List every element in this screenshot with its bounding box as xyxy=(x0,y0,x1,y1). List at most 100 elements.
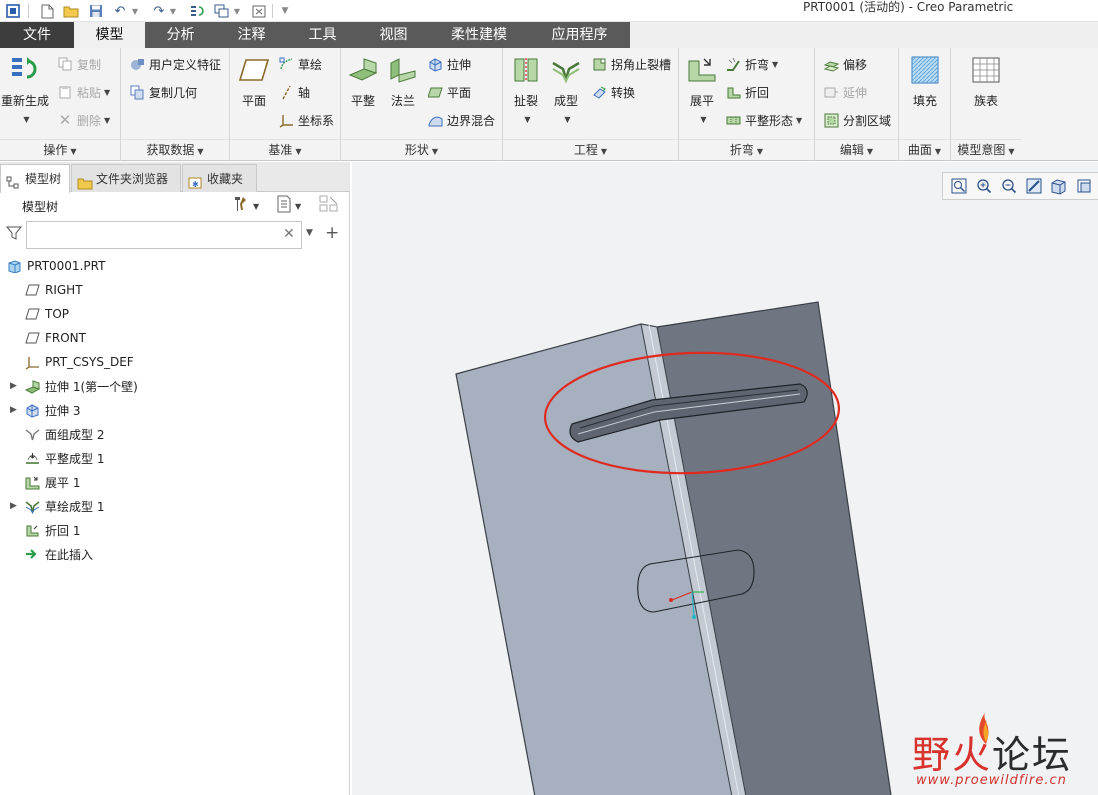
part-model[interactable] xyxy=(352,162,1098,795)
display-style-icon[interactable] xyxy=(1049,177,1068,196)
tab-model[interactable]: 模型 xyxy=(74,22,145,48)
boundary-blend-button[interactable]: 边界混合 xyxy=(427,109,495,131)
datum-plane-button[interactable]: 平面 xyxy=(234,54,274,109)
copy-button[interactable]: 复制 xyxy=(57,53,101,75)
delete-dropdown-icon[interactable]: ▼ xyxy=(104,116,110,125)
tree-item-right[interactable]: RIGHT xyxy=(24,279,83,301)
axis-button[interactable]: 轴 xyxy=(278,81,310,103)
group-editing-label[interactable]: 编辑 ▼ xyxy=(815,139,898,159)
app-logo-icon[interactable] xyxy=(4,2,22,20)
tab-applications[interactable]: 应用程序 xyxy=(529,22,630,48)
flange-wall-button[interactable]: 法兰 xyxy=(385,54,421,109)
tab-folder-browser[interactable]: 文件夹浏览器 xyxy=(71,164,181,192)
regenerate-small-icon[interactable] xyxy=(188,2,206,20)
tab-favorites[interactable]: ✱ 收藏夹 xyxy=(182,164,257,192)
group-operations-label[interactable]: 操作 ▼ xyxy=(0,139,120,159)
rip-button[interactable]: 扯裂 ▼ xyxy=(509,54,543,124)
group-surfaces-label[interactable]: 曲面 ▼ xyxy=(899,139,950,159)
flat-state-dropdown-icon[interactable]: ▼ xyxy=(796,116,802,125)
udf-button[interactable]: 用户定义特征 xyxy=(129,53,221,75)
tree-item-bend-back-1[interactable]: 折回 1 xyxy=(24,519,80,541)
tab-model-tree[interactable]: 模型树 xyxy=(0,164,70,193)
group-datum-label[interactable]: 基准 ▼ xyxy=(230,139,340,159)
tree-item-unbend-1[interactable]: 展平 1 xyxy=(24,471,80,493)
regenerate-button[interactable]: 重新生成 ▼ xyxy=(1,54,49,124)
paste-button[interactable]: 粘贴 ▼ xyxy=(57,81,110,103)
show-columns-dropdown-icon[interactable]: ▼ xyxy=(295,202,301,211)
delete-button[interactable]: ✕ 删除 ▼ xyxy=(57,109,110,131)
show-columns-button[interactable]: ▼ xyxy=(276,195,301,216)
tree-item-csys[interactable]: PRT_CSYS_DEF xyxy=(24,351,134,373)
tab-annotate[interactable]: 注释 xyxy=(216,22,287,48)
save-icon[interactable] xyxy=(87,2,105,20)
bend-button[interactable]: 折弯 ▼ xyxy=(725,53,778,75)
add-filter-icon[interactable]: + xyxy=(325,223,339,243)
tab-file[interactable]: 文件 xyxy=(0,22,74,48)
bend-dropdown-icon[interactable]: ▼ xyxy=(772,60,778,69)
tree-item-front[interactable]: FRONT xyxy=(24,327,86,349)
bend-back-button[interactable]: 折回 xyxy=(725,81,769,103)
offset-button[interactable]: 偏移 xyxy=(823,53,867,75)
tree-filter-settings-button[interactable] xyxy=(319,195,339,216)
expand-icon[interactable]: ▶ xyxy=(10,405,17,415)
paste-dropdown-icon[interactable]: ▼ xyxy=(104,88,110,97)
graphics-window[interactable]: 野火论坛 www.proewildfire.cn xyxy=(352,162,1098,795)
clear-search-icon[interactable]: ✕ xyxy=(283,226,295,242)
family-table-button[interactable]: 族表 xyxy=(968,54,1004,109)
refit-icon[interactable] xyxy=(949,177,968,196)
tree-item-extrude-1[interactable]: ▶ 拉伸 1(第一个壁) xyxy=(10,375,138,397)
tree-item-sketch-form-1[interactable]: ▶ 草绘成型 1 xyxy=(10,495,104,517)
corner-relief-button[interactable]: 拐角止裂槽 xyxy=(591,53,671,75)
tab-flexible-modeling[interactable]: 柔性建模 xyxy=(429,22,529,48)
group-model-intent-label[interactable]: 模型意图 ▼ xyxy=(951,139,1021,159)
expand-icon[interactable]: ▶ xyxy=(10,381,17,391)
group-shapes-label[interactable]: 形状 ▼ xyxy=(341,139,502,159)
group-get-data-label[interactable]: 获取数据 ▼ xyxy=(121,139,229,159)
tab-analysis[interactable]: 分析 xyxy=(145,22,216,48)
copy-geometry-button[interactable]: 复制几何 xyxy=(129,81,197,103)
search-dropdown-icon[interactable]: ▼ xyxy=(306,228,313,238)
tab-tools[interactable]: 工具 xyxy=(287,22,358,48)
close-window-icon[interactable] xyxy=(250,2,268,20)
repaint-icon[interactable] xyxy=(1024,177,1043,196)
extend-button[interactable]: 延伸 xyxy=(823,81,867,103)
redo-dropdown-icon[interactable]: ▼ xyxy=(164,2,182,20)
customize-toolbar-icon[interactable]: ▼ xyxy=(276,2,294,20)
flat-state-button[interactable]: 平整形态 ▼ xyxy=(725,109,802,131)
new-file-icon[interactable] xyxy=(38,2,56,20)
convert-button[interactable]: 转换 xyxy=(591,81,635,103)
undo-dropdown-icon[interactable]: ▼ xyxy=(126,2,144,20)
unbend-dropdown-icon[interactable]: ▼ xyxy=(700,115,706,124)
form-button[interactable]: 成型 ▼ xyxy=(549,54,583,124)
tree-item-part[interactable]: PRT0001.PRT xyxy=(6,255,105,277)
rip-dropdown-icon[interactable]: ▼ xyxy=(524,115,530,124)
split-area-button[interactable]: 分割区域 xyxy=(823,109,891,131)
zoom-in-icon[interactable] xyxy=(974,177,993,196)
tree-item-extrude-3[interactable]: ▶ 拉伸 3 xyxy=(10,399,80,421)
csys-button[interactable]: 坐标系 xyxy=(278,109,334,131)
sketch-button[interactable]: 草绘 xyxy=(278,53,322,75)
flat-wall-button[interactable]: 平整 xyxy=(345,54,381,109)
zoom-out-icon[interactable] xyxy=(999,177,1018,196)
tree-item-insert-here[interactable]: 在此插入 xyxy=(24,543,93,565)
tree-item-flatten-form-1[interactable]: 平整成型 1 xyxy=(24,447,104,469)
tree-settings-button[interactable]: ▼ xyxy=(232,196,259,216)
extend-icon xyxy=(823,84,839,100)
saved-views-icon[interactable] xyxy=(1074,177,1093,196)
open-folder-icon[interactable] xyxy=(62,2,80,20)
fill-button[interactable]: 填充 xyxy=(907,54,943,109)
plane-wall-button[interactable]: 平面 xyxy=(427,81,471,103)
unbend-button[interactable]: 展平 ▼ xyxy=(683,54,721,124)
expand-icon[interactable]: ▶ xyxy=(10,501,17,511)
group-bends-label[interactable]: 折弯 ▼ xyxy=(679,139,814,159)
windows-dropdown-icon[interactable]: ▼ xyxy=(228,2,246,20)
extrude-button[interactable]: 拉伸 xyxy=(427,53,471,75)
tree-settings-dropdown-icon[interactable]: ▼ xyxy=(253,202,259,211)
tree-search-input[interactable] xyxy=(26,221,302,249)
form-dropdown-icon[interactable]: ▼ xyxy=(564,115,570,124)
group-engineering-label[interactable]: 工程 ▼ xyxy=(503,139,678,159)
regenerate-dropdown-icon[interactable]: ▼ xyxy=(23,115,29,124)
tree-item-quilt-form-2[interactable]: 面组成型 2 xyxy=(24,423,104,445)
tab-view[interactable]: 视图 xyxy=(358,22,429,48)
tree-item-top[interactable]: TOP xyxy=(24,303,69,325)
